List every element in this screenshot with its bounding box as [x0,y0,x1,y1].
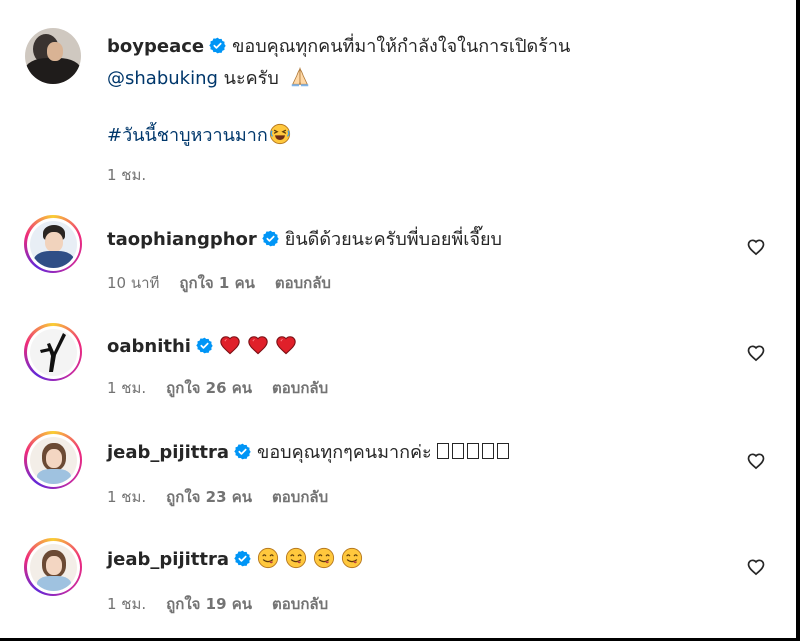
comment-body: jeab_pijittra ขอบคุณทุกๆคนมากค่ะ [107,440,512,466]
red-heart-emoji-icon [247,334,269,356]
hashtag-link[interactable]: #วันนี้ชาบูหวานมาก [107,125,268,146]
avatar[interactable] [24,538,82,596]
yum-emoji-icon [257,547,279,569]
red-heart-emoji-icon [275,334,297,356]
window-edge [796,0,800,641]
comment-body: jeab_pijittra [107,547,369,573]
comment-likes[interactable]: ถูกใจ 23 คน [166,488,252,506]
verified-badge-icon [234,443,251,460]
reply-button[interactable]: ตอบกลับ [272,488,328,506]
yum-emoji-icon [285,547,307,569]
comment-time[interactable]: 1 ชม. [107,488,146,506]
red-heart-emoji-icon [219,334,241,356]
avatar[interactable] [24,215,82,273]
missing-glyph-boxes [437,442,512,463]
comment-likes[interactable]: ถูกใจ 19 คน [166,595,252,613]
comment-username[interactable]: jeab_pijittra [107,442,229,463]
comment-username[interactable]: oabnithi [107,336,191,357]
like-heart-icon[interactable] [746,237,766,257]
post-time[interactable]: 1 ชม. [107,166,146,184]
mention-link[interactable]: @shabuking [107,68,218,89]
comment-row: taophiangphor ยินดีด้วยนะครับพี่บอยพี่เจี… [0,210,790,300]
verified-badge-icon [196,337,213,354]
reply-button[interactable]: ตอบกลับ [272,379,328,397]
silhouette-icon [39,332,66,372]
caption-line-2: @shabuking นะครับ [107,66,317,92]
verified-badge-icon [234,550,251,567]
caption-line-3: #วันนี้ชาบูหวานมาก [107,123,297,149]
yum-emoji-icon [313,547,335,569]
comment-body: oabnithi [107,334,303,360]
post-meta: 1 ชม. [107,163,166,187]
username[interactable]: boypeace [107,36,204,57]
comment-row: jeab_pijittra 1 ชม. ถูกใจ 19 คน ตอบกลับ [0,534,790,624]
comment-meta: 1 ชม. ถูกใจ 26 คน ตอบกลับ [107,376,348,400]
post-caption: boypeace ขอบคุณทุกคนที่มาให้กำลังใจในการเ… [0,0,790,190]
comment-text: ขอบคุณทุกๆคนมากค่ะ [257,442,432,463]
comment-text: ยินดีด้วยนะครับพี่บอยพี่เจี๊ยบ [284,229,502,250]
avatar[interactable] [24,27,82,85]
comment-time[interactable]: 1 ชม. [107,595,146,613]
comment-likes[interactable]: ถูกใจ 26 คน [166,379,252,397]
yum-emoji-icon [341,547,363,569]
avatar[interactable] [24,323,82,381]
comment-time[interactable]: 10 นาที [107,274,159,292]
rofl-emoji-icon [269,123,291,145]
comment-username[interactable]: jeab_pijittra [107,549,229,570]
comment-row: oabnithi 1 ชม. ถูกใจ 26 คน ตอบกลับ [0,318,790,408]
comment-username[interactable]: taophiangphor [107,229,257,250]
reply-button[interactable]: ตอบกลับ [272,595,328,613]
like-heart-icon[interactable] [746,451,766,471]
comment-body: taophiangphor ยินดีด้วยนะครับพี่บอยพี่เจี… [107,227,502,253]
comment-likes[interactable]: ถูกใจ 1 คน [179,274,254,292]
comment-row: jeab_pijittra ขอบคุณทุกๆคนมากค่ะ 1 ชม. ถูก… [0,427,790,517]
caption-text: ขอบคุณทุกคนที่มาให้กำลังใจในการเปิดร้าน [232,36,571,57]
like-heart-icon[interactable] [746,557,766,577]
verified-badge-icon [209,37,226,54]
comment-meta: 1 ชม. ถูกใจ 23 คน ตอบกลับ [107,485,348,509]
comment-time[interactable]: 1 ชม. [107,379,146,397]
like-heart-icon[interactable] [746,343,766,363]
caption-suffix: นะครับ [223,68,279,89]
comment-meta: 10 นาที ถูกใจ 1 คน ตอบกลับ [107,271,351,295]
reply-button[interactable]: ตอบกลับ [275,274,331,292]
caption-line-1: boypeace ขอบคุณทุกคนที่มาให้กำลังใจในการเ… [107,34,570,60]
verified-badge-icon [262,230,279,247]
comment-meta: 1 ชม. ถูกใจ 19 คน ตอบกลับ [107,592,348,616]
pray-emoji-icon [289,66,311,88]
avatar[interactable] [24,431,82,489]
